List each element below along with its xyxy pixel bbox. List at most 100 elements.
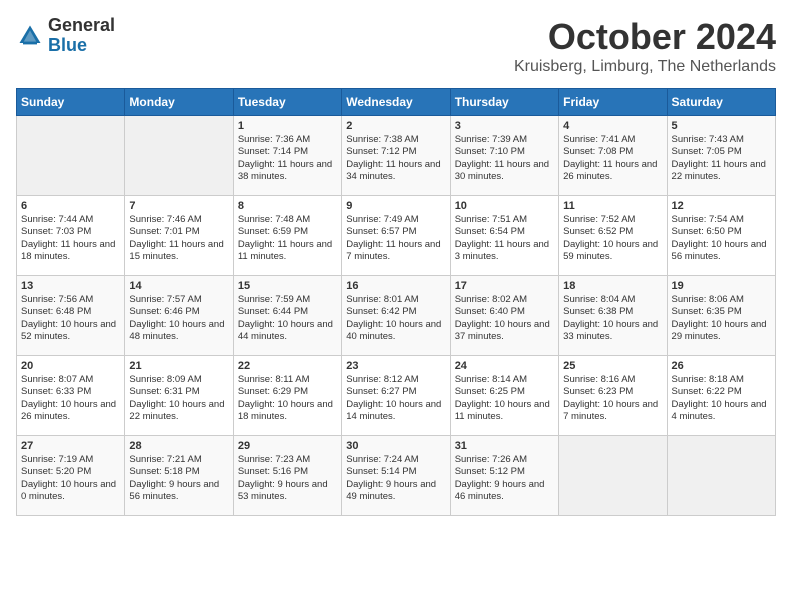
day-number: 23 [346, 360, 445, 372]
calendar-cell: 23 Sunrise: 8:12 AM Sunset: 6:27 PM Dayli… [342, 356, 450, 436]
calendar-cell: 2Sunrise: 7:38 AM Sunset: 7:12 PM Daylig… [342, 116, 450, 196]
day-number: 20 [21, 360, 120, 372]
day-info: Sunrise: 7:39 AM Sunset: 7:10 PM Dayligh… [455, 134, 554, 183]
day-info: Sunrise: 7:46 AM Sunset: 7:01 PM Dayligh… [129, 214, 228, 263]
day-number: 30 [346, 440, 445, 452]
calendar-cell [667, 436, 775, 516]
day-number: 12 [672, 200, 771, 212]
calendar-cell: 1Sunrise: 7:36 AM Sunset: 7:14 PM Daylig… [233, 116, 341, 196]
day-info: Sunrise: 7:59 AM Sunset: 6:44 PM Dayligh… [238, 294, 337, 343]
calendar-body: 1Sunrise: 7:36 AM Sunset: 7:14 PM Daylig… [17, 116, 776, 516]
calendar-cell: 29 Sunrise: 7:23 AM Sunset: 5:16 PM Dayli… [233, 436, 341, 516]
calendar-cell: 11Sunrise: 7:52 AM Sunset: 6:52 PM Dayli… [559, 196, 667, 276]
day-info: Sunrise: 7:19 AM Sunset: 5:20 PM Dayligh… [21, 454, 120, 503]
logo: General Blue [16, 16, 115, 56]
header-day-thursday: Thursday [450, 89, 558, 116]
day-number: 17 [455, 280, 554, 292]
day-info: Sunrise: 7:54 AM Sunset: 6:50 PM Dayligh… [672, 214, 771, 263]
day-info: Sunrise: 8:01 AM Sunset: 6:42 PM Dayligh… [346, 294, 445, 343]
calendar-cell: 12 Sunrise: 7:54 AM Sunset: 6:50 PM Dayli… [667, 196, 775, 276]
day-info: Sunrise: 8:14 AM Sunset: 6:25 PM Dayligh… [455, 374, 554, 423]
calendar-cell: 7 Sunrise: 7:46 AM Sunset: 7:01 PM Daylig… [125, 196, 233, 276]
day-info: Sunrise: 7:26 AM Sunset: 5:12 PM Dayligh… [455, 454, 554, 503]
day-number: 31 [455, 440, 554, 452]
day-number: 13 [21, 280, 120, 292]
page-header: General Blue October 2024 Kruisberg, Lim… [16, 16, 776, 76]
logo-text: General Blue [48, 16, 115, 56]
title-section: October 2024 Kruisberg, Limburg, The Net… [514, 16, 776, 76]
calendar-header: SundayMondayTuesdayWednesdayThursdayFrid… [17, 89, 776, 116]
day-number: 15 [238, 280, 337, 292]
calendar-cell: 18 Sunrise: 8:04 AM Sunset: 6:38 PM Dayli… [559, 276, 667, 356]
day-info: Sunrise: 8:02 AM Sunset: 6:40 PM Dayligh… [455, 294, 554, 343]
day-info: Sunrise: 7:24 AM Sunset: 5:14 PM Dayligh… [346, 454, 445, 503]
calendar-table: SundayMondayTuesdayWednesdayThursdayFrid… [16, 88, 776, 516]
day-info: Sunrise: 7:36 AM Sunset: 7:14 PM Dayligh… [238, 134, 337, 183]
day-info: Sunrise: 7:56 AM Sunset: 6:48 PM Dayligh… [21, 294, 120, 343]
header-row: SundayMondayTuesdayWednesdayThursdayFrid… [17, 89, 776, 116]
header-day-sunday: Sunday [17, 89, 125, 116]
day-number: 8 [238, 200, 337, 212]
header-day-saturday: Saturday [667, 89, 775, 116]
day-info: Sunrise: 8:04 AM Sunset: 6:38 PM Dayligh… [563, 294, 662, 343]
calendar-cell: 20 Sunrise: 8:07 AM Sunset: 6:33 PM Dayli… [17, 356, 125, 436]
day-info: Sunrise: 8:12 AM Sunset: 6:27 PM Dayligh… [346, 374, 445, 423]
calendar-week-row: 1Sunrise: 7:36 AM Sunset: 7:14 PM Daylig… [17, 116, 776, 196]
day-number: 11 [563, 200, 662, 212]
day-number: 5 [672, 120, 771, 132]
day-info: Sunrise: 7:21 AM Sunset: 5:18 PM Dayligh… [129, 454, 228, 503]
logo-icon [16, 22, 44, 50]
calendar-cell: 14 Sunrise: 7:57 AM Sunset: 6:46 PM Dayli… [125, 276, 233, 356]
calendar-week-row: 20 Sunrise: 8:07 AM Sunset: 6:33 PM Dayli… [17, 356, 776, 436]
day-number: 19 [672, 280, 771, 292]
calendar-week-row: 6 Sunrise: 7:44 AM Sunset: 7:03 PM Daylig… [17, 196, 776, 276]
calendar-cell: 15 Sunrise: 7:59 AM Sunset: 6:44 PM Dayli… [233, 276, 341, 356]
day-number: 27 [21, 440, 120, 452]
day-number: 6 [21, 200, 120, 212]
day-info: Sunrise: 7:38 AM Sunset: 7:12 PM Dayligh… [346, 134, 445, 183]
day-info: Sunrise: 8:16 AM Sunset: 6:23 PM Dayligh… [563, 374, 662, 423]
calendar-cell: 28Sunrise: 7:21 AM Sunset: 5:18 PM Dayli… [125, 436, 233, 516]
calendar-cell: 31 Sunrise: 7:26 AM Sunset: 5:12 PM Dayli… [450, 436, 558, 516]
day-number: 14 [129, 280, 228, 292]
calendar-cell: 9Sunrise: 7:49 AM Sunset: 6:57 PM Daylig… [342, 196, 450, 276]
day-info: Sunrise: 7:49 AM Sunset: 6:57 PM Dayligh… [346, 214, 445, 263]
header-day-tuesday: Tuesday [233, 89, 341, 116]
day-number: 22 [238, 360, 337, 372]
day-number: 29 [238, 440, 337, 452]
day-info: Sunrise: 7:57 AM Sunset: 6:46 PM Dayligh… [129, 294, 228, 343]
location-title: Kruisberg, Limburg, The Netherlands [514, 58, 776, 76]
day-number: 21 [129, 360, 228, 372]
day-info: Sunrise: 7:44 AM Sunset: 7:03 PM Dayligh… [21, 214, 120, 263]
day-number: 18 [563, 280, 662, 292]
day-info: Sunrise: 7:51 AM Sunset: 6:54 PM Dayligh… [455, 214, 554, 263]
day-info: Sunrise: 7:23 AM Sunset: 5:16 PM Dayligh… [238, 454, 337, 503]
calendar-cell: 21 Sunrise: 8:09 AM Sunset: 6:31 PM Dayli… [125, 356, 233, 436]
day-info: Sunrise: 8:09 AM Sunset: 6:31 PM Dayligh… [129, 374, 228, 423]
day-info: Sunrise: 8:07 AM Sunset: 6:33 PM Dayligh… [21, 374, 120, 423]
calendar-cell: 3 Sunrise: 7:39 AM Sunset: 7:10 PM Daylig… [450, 116, 558, 196]
day-number: 26 [672, 360, 771, 372]
calendar-cell: 24 Sunrise: 8:14 AM Sunset: 6:25 PM Dayli… [450, 356, 558, 436]
day-info: Sunrise: 8:18 AM Sunset: 6:22 PM Dayligh… [672, 374, 771, 423]
calendar-cell [17, 116, 125, 196]
day-number: 24 [455, 360, 554, 372]
day-info: Sunrise: 8:11 AM Sunset: 6:29 PM Dayligh… [238, 374, 337, 423]
logo-general-text: General [48, 16, 115, 36]
day-number: 3 [455, 120, 554, 132]
day-number: 25 [563, 360, 662, 372]
calendar-cell: 5Sunrise: 7:43 AM Sunset: 7:05 PM Daylig… [667, 116, 775, 196]
calendar-week-row: 13 Sunrise: 7:56 AM Sunset: 6:48 PM Dayli… [17, 276, 776, 356]
month-title: October 2024 [514, 16, 776, 58]
day-info: Sunrise: 7:48 AM Sunset: 6:59 PM Dayligh… [238, 214, 337, 263]
calendar-cell: 30 Sunrise: 7:24 AM Sunset: 5:14 PM Dayli… [342, 436, 450, 516]
calendar-cell: 19Sunrise: 8:06 AM Sunset: 6:35 PM Dayli… [667, 276, 775, 356]
calendar-cell: 10 Sunrise: 7:51 AM Sunset: 6:54 PM Dayli… [450, 196, 558, 276]
calendar-week-row: 27 Sunrise: 7:19 AM Sunset: 5:20 PM Dayli… [17, 436, 776, 516]
calendar-cell: 16Sunrise: 8:01 AM Sunset: 6:42 PM Dayli… [342, 276, 450, 356]
calendar-cell: 27 Sunrise: 7:19 AM Sunset: 5:20 PM Dayli… [17, 436, 125, 516]
calendar-cell: 26 Sunrise: 8:18 AM Sunset: 6:22 PM Dayli… [667, 356, 775, 436]
day-number: 10 [455, 200, 554, 212]
calendar-cell: 17 Sunrise: 8:02 AM Sunset: 6:40 PM Dayli… [450, 276, 558, 356]
day-number: 7 [129, 200, 228, 212]
